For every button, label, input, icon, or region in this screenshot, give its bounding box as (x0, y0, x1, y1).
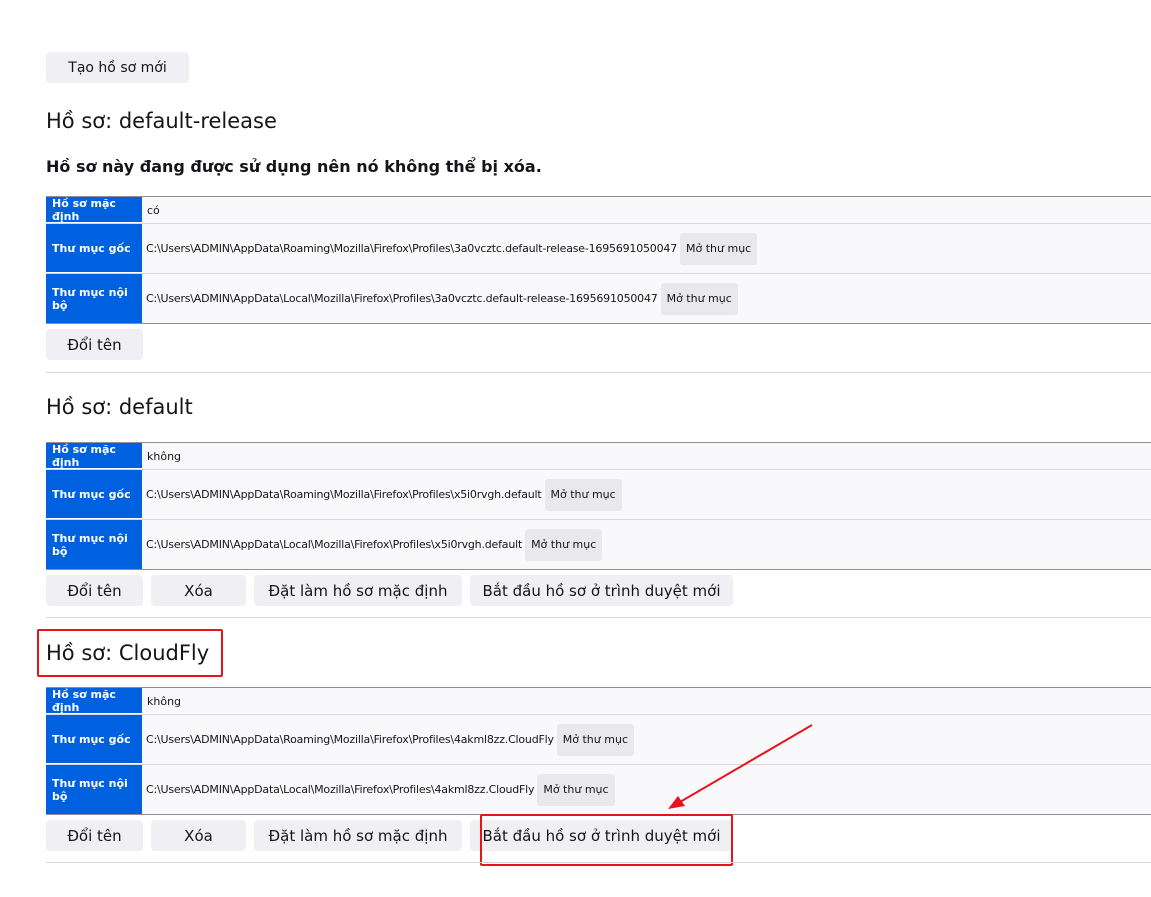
annotation-arrow-icon (668, 724, 813, 809)
